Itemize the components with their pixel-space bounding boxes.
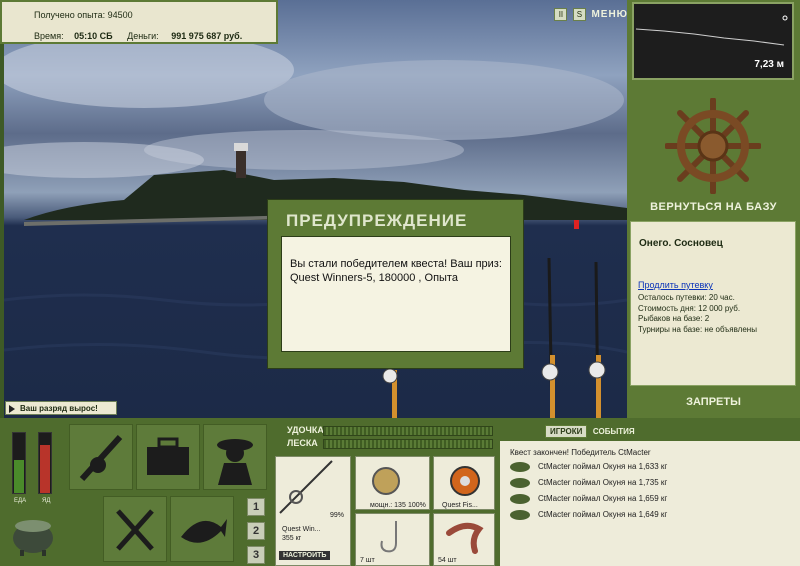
menu-button[interactable]: МЕНЮ [591, 9, 628, 20]
rod-slot-3-button[interactable]: 3 [247, 546, 265, 564]
rod-name: Quest Win... [282, 526, 321, 533]
catch-tile[interactable] [170, 496, 234, 562]
poison-gauge [38, 432, 52, 494]
hook-count: 7 шт [360, 557, 375, 564]
event-text: CtMacter поймал Окуня на 1,633 кг [538, 462, 668, 472]
depth-value: 7,23 м [754, 59, 784, 70]
line-name: Quest Fis... [442, 502, 478, 509]
bans-button[interactable]: ЗАПРЕТЫ [627, 396, 800, 408]
quest-finished-message: Квест закончен! Победитель CtMacter [510, 448, 651, 457]
top-controls: II S МЕНЮ [554, 8, 628, 21]
permit-remaining: Осталось путевки: 20 час. [638, 293, 735, 302]
poison-label: ЯД [42, 498, 51, 504]
rod-tension-bar [323, 426, 493, 436]
bait-slot[interactable]: 54 шт [433, 513, 495, 566]
line-tension-bar [323, 439, 493, 449]
setup-button[interactable]: НАСТРОИТЬ [279, 551, 331, 560]
event-text: CtMacter поймал Окуня на 1,659 кг [538, 494, 668, 504]
pause-icon[interactable]: II [554, 8, 568, 21]
player-info-panel: Получено опыта: 94500 Время: 05:10 СБ Де… [0, 0, 278, 44]
line-slot[interactable]: Quest Fis... [433, 456, 495, 510]
reel-icon [372, 467, 400, 495]
time-money-row: Время: 05:10 СБ Деньги: 991 975 687 руб. [34, 31, 242, 41]
warning-dialog: ПРЕДУПРЕЖДЕНИЕ Вы стали победителем квес… [267, 199, 524, 369]
food-label: ЕДА [14, 498, 27, 504]
knife-fork-icon [116, 509, 154, 551]
dialog-message[interactable]: Вы стали победителем квеста! Ваш приз: Q… [281, 236, 511, 352]
tab-events[interactable]: СОБЫТИЯ [590, 427, 638, 436]
tackle-box-icon [147, 437, 189, 475]
rod-percent: 99% [330, 512, 345, 519]
food-gauge [12, 432, 26, 494]
fisherman-icon [217, 439, 253, 485]
spinning-rod-icon [279, 460, 333, 514]
reel-slot[interactable]: мощн.: 135 100% [355, 456, 430, 510]
xp-value: 94500 [107, 10, 133, 20]
event-text: CtMacter поймал Окуня на 1,649 кг [538, 510, 668, 520]
worm-icon [446, 522, 484, 554]
tab-players[interactable]: ИГРОКИ [545, 425, 588, 438]
xp-label: Получено опыта: [34, 10, 106, 20]
hook-icon [380, 521, 397, 553]
reel-info: мощн.: 135 [370, 502, 406, 509]
rod-slot-1-button[interactable]: 1 [247, 498, 265, 516]
tournaments-status: Турниры на базе: не объявлены [638, 325, 757, 334]
time-label: Время: [34, 31, 64, 41]
bait-count: 54 шт [438, 557, 457, 564]
depth-graph: 7,23 м [632, 2, 794, 80]
events-log: Квест закончен! Победитель CtMacter CtMa… [500, 441, 800, 566]
list-item: CtMacter поймал Окуня на 1,659 кг [510, 494, 667, 504]
fish-icon [510, 510, 530, 520]
tackle-box-tile[interactable] [136, 424, 200, 490]
sound-icon[interactable]: S [572, 8, 586, 21]
ship-wheel-icon[interactable] [664, 97, 762, 195]
money-label: Деньги: [127, 31, 159, 41]
list-item: CtMacter поймал Окуня на 1,735 кг [510, 478, 667, 488]
anglers-count: Рыбаков на базе: 2 [638, 314, 710, 323]
fish-icon [510, 462, 530, 472]
rod-slot[interactable]: Quest Win... 355 кг 99% НАСТРОИТЬ [275, 456, 351, 566]
list-item: CtMacter поймал Окуня на 1,649 кг [510, 510, 667, 520]
food-tile[interactable] [103, 496, 167, 562]
hook-slot[interactable]: 7 шт [355, 513, 430, 566]
angler-tile[interactable] [203, 424, 267, 490]
fish-icon [181, 519, 227, 543]
chat-tabs: ИГРОКИ СОБЫТИЯ [545, 425, 638, 438]
money-value: 991 975 687 руб. [171, 31, 243, 41]
arrow-right-icon [9, 404, 15, 413]
rank-up-text: Ваш разряд вырос! [20, 404, 98, 413]
rod-slot-2-button[interactable]: 2 [247, 522, 265, 540]
time-value: 05:10 СБ [74, 31, 113, 41]
list-item: CtMacter поймал Окуня на 1,633 кг [510, 462, 667, 472]
base-name: Онего. Сосновец [639, 238, 723, 249]
xp-row: Получено опыта: 94500 [34, 10, 133, 20]
tackle-tile[interactable] [69, 424, 133, 490]
line-bar-label: ЛЕСКА [287, 438, 318, 448]
rod-weight: 355 кг [282, 535, 302, 542]
day-cost: Стоимость дня: 12 000 руб. [638, 304, 741, 313]
dialog-title: ПРЕДУПРЕЖДЕНИЕ [286, 211, 468, 230]
line-spool-icon [450, 466, 480, 496]
extend-permit-link[interactable]: Продлить путевку [638, 280, 713, 290]
rod-reel-icon [79, 434, 123, 482]
fish-icon [510, 478, 530, 488]
rank-up-toast[interactable]: Ваш разряд вырос! [5, 401, 117, 415]
rod-bar-label: УДОЧКА [287, 425, 324, 435]
event-text: CtMacter поймал Окуня на 1,735 кг [538, 478, 668, 488]
base-info-panel: Онего. Сосновец Продлить путевку Осталос… [630, 221, 796, 386]
fish-icon [510, 494, 530, 504]
reel-percent: 100% [408, 502, 426, 509]
cauldron-icon[interactable] [10, 516, 56, 558]
return-to-base-button[interactable]: ВЕРНУТЬСЯ НА БАЗУ [627, 201, 800, 213]
